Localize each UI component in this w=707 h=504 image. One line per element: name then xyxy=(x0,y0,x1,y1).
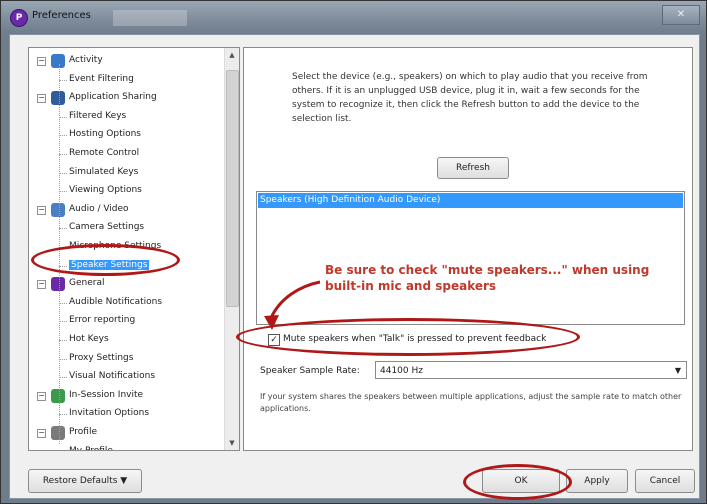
annotation-arrow xyxy=(264,280,321,330)
